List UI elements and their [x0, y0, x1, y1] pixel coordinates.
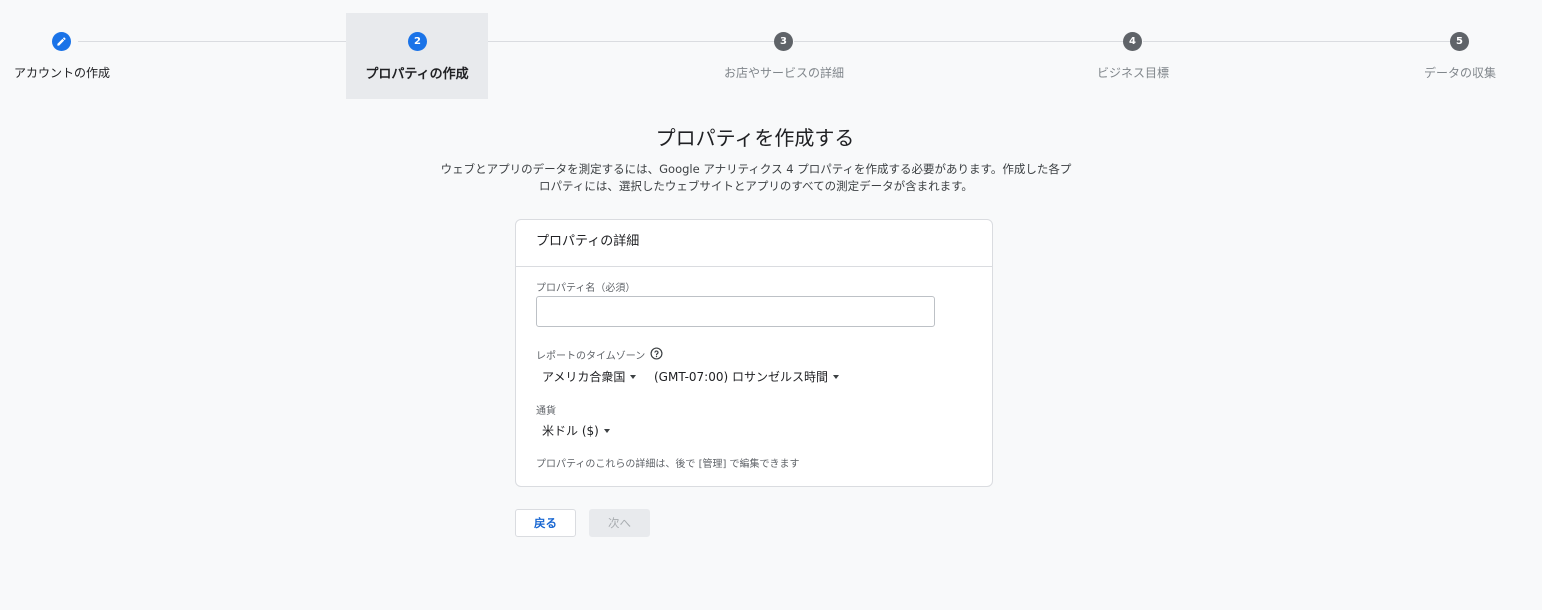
chevron-down-icon — [832, 374, 839, 379]
active-step-highlight — [346, 13, 488, 99]
timezone-value: (GMT-07:00) ロサンゼルス時間 — [654, 370, 828, 384]
chevron-down-icon — [603, 428, 610, 433]
step-3-indicator: 3 — [774, 32, 793, 51]
step-4-label: ビジネス目標 — [1096, 66, 1170, 80]
property-details-card: プロパティの詳細 プロパティ名（必須） レポートのタイムゾーン アメリカ合衆国 … — [515, 219, 993, 487]
pencil-icon — [57, 37, 66, 46]
currency-label: 通貨 — [536, 406, 556, 417]
stepper-line — [1143, 41, 1451, 42]
timezone-select[interactable]: (GMT-07:00) ロサンゼルス時間 — [654, 368, 839, 385]
next-button[interactable]: 次へ — [589, 509, 650, 537]
back-button[interactable]: 戻る — [515, 509, 576, 537]
help-circle-icon[interactable] — [650, 347, 663, 360]
property-name-label: プロパティ名（必須） — [536, 283, 636, 294]
chevron-down-icon — [630, 374, 637, 379]
stepper: アカウントの作成 2 プロパティの作成 3 お店やサービスの詳細 4 ビジネス目… — [0, 0, 1542, 110]
step-2-label: プロパティの作成 — [365, 67, 469, 82]
step-1-label[interactable]: アカウントの作成 — [14, 64, 110, 81]
page-description: ウェブとアプリのデータを測定するには、Google アナリティクス 4 プロパテ… — [440, 162, 1072, 193]
stepper-line — [794, 41, 1124, 42]
currency-select[interactable]: 米ドル ($) — [542, 422, 610, 439]
step-4-indicator: 4 — [1123, 32, 1142, 51]
timezone-label: レポートのタイムゾーン — [536, 351, 646, 362]
step-1-pencil-icon — [52, 32, 71, 51]
page-title: プロパティを作成する — [655, 126, 855, 150]
step-2-indicator: 2 — [408, 32, 427, 51]
step-3-label: お店やサービスの詳細 — [723, 66, 845, 80]
card-header: プロパティの詳細 — [516, 220, 992, 267]
property-name-input[interactable] — [536, 296, 935, 327]
country-value: アメリカ合衆国 — [542, 370, 626, 384]
currency-value: 米ドル ($) — [542, 424, 599, 438]
step-5-indicator: 5 — [1450, 32, 1469, 51]
step-5-label: データの収集 — [1423, 66, 1497, 80]
country-select[interactable]: アメリカ合衆国 — [542, 368, 637, 385]
edit-later-note: プロパティのこれらの詳細は、後で [管理] で編集できます — [536, 459, 800, 470]
